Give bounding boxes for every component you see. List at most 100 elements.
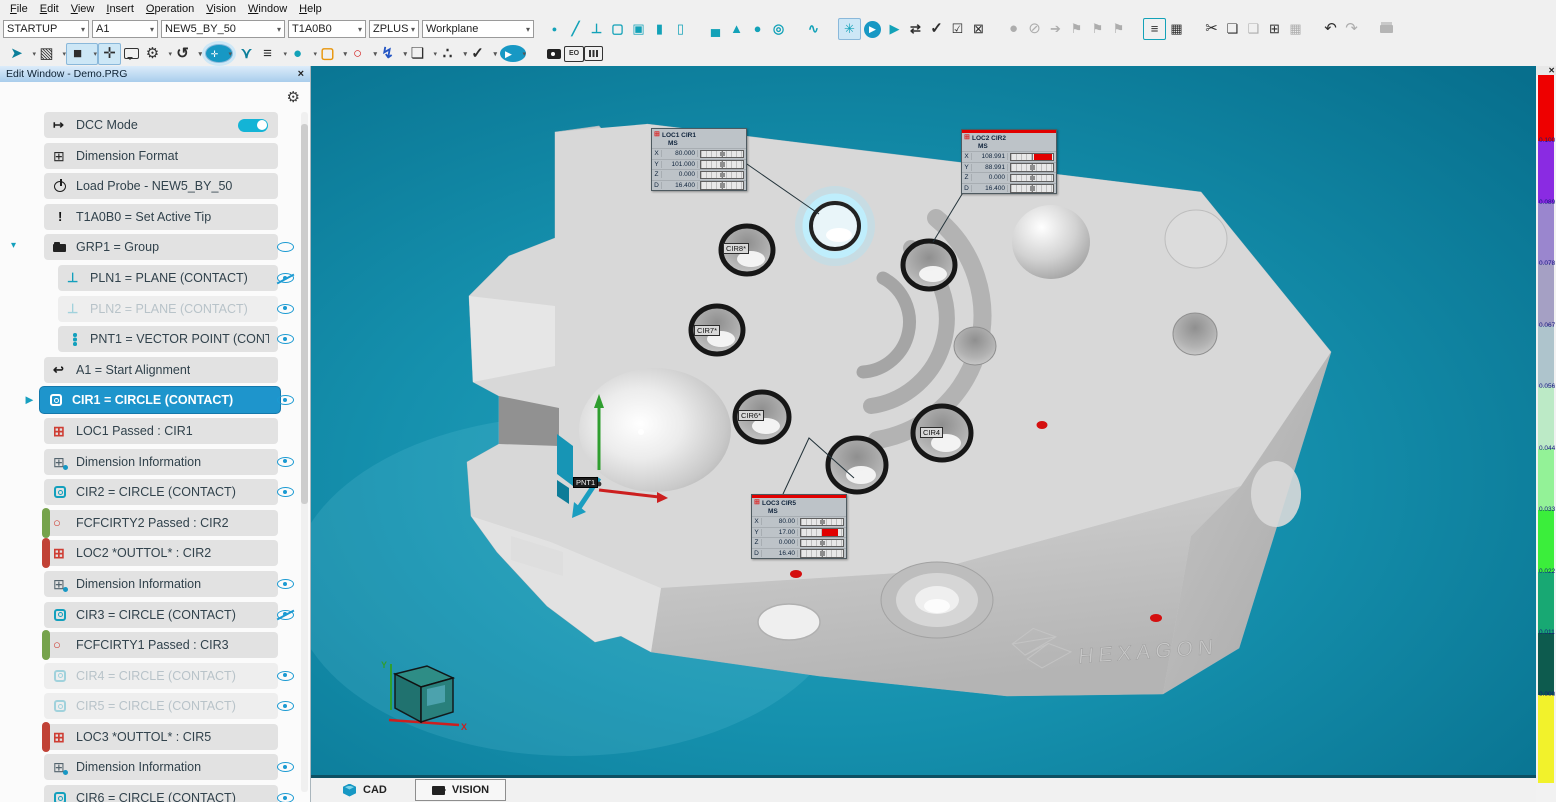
hole[interactable]: [758, 604, 820, 640]
gage-chart-icon[interactable]: [584, 46, 603, 61]
report-pass-icon[interactable]: ☑: [947, 19, 968, 39]
stop-icon[interactable]: ●: [1003, 19, 1024, 39]
report-window-icon[interactable]: ≡: [1143, 18, 1166, 40]
bookmark-icon[interactable]: ⚑: [1066, 19, 1087, 39]
edit-item-pill[interactable]: CIR2 = CIRCLE (CONTACT): [44, 479, 278, 505]
line-feature-icon[interactable]: ╱: [565, 19, 586, 39]
hole[interactable]: [1173, 313, 1217, 355]
pattern-grid-icon[interactable]: ▦: [1285, 19, 1306, 39]
edit-item[interactable]: Dimension Information: [0, 449, 310, 475]
edit-item[interactable]: Dimension Format: [0, 143, 310, 169]
mark-done-icon[interactable]: ✓: [926, 19, 947, 39]
edit-item[interactable]: LOC1 Passed : CIR1: [0, 418, 310, 444]
cone-feature[interactable]: [579, 368, 731, 492]
tab-cad[interactable]: CAD: [329, 778, 401, 802]
report-fail-icon[interactable]: ⊠: [968, 19, 989, 39]
edit-item[interactable]: PLN2 = PLANE (CONTACT): [0, 296, 310, 322]
paste-icon[interactable]: ❑: [1243, 19, 1264, 39]
edit-item[interactable]: FCFCIRTY2 Passed : CIR2: [0, 510, 310, 536]
edit-item-pill[interactable]: LOC2 *OUTTOL* : CIR2: [44, 540, 278, 566]
copy-icon[interactable]: ❏: [1222, 19, 1243, 39]
toolbar-dropdown[interactable]: Workplane: [422, 20, 534, 38]
continue-icon[interactable]: ➔: [1045, 19, 1066, 39]
edit-item-pill[interactable]: Dimension Information: [44, 449, 278, 475]
summary-grid-icon[interactable]: ▦: [1166, 19, 1187, 39]
execute-from-cursor-icon[interactable]: ▶: [884, 19, 905, 39]
edit-item[interactable]: LOC3 *OUTTOL* : CIR5: [0, 724, 310, 750]
edit-item-pill[interactable]: Dimension Information: [44, 571, 278, 597]
feature-tag[interactable]: CIR4: [920, 427, 943, 438]
menu-item[interactable]: Edit: [34, 2, 65, 16]
sphere-feature-icon[interactable]: ●: [747, 19, 768, 39]
edit-item[interactable]: LOC2 *OUTTOL* : CIR2: [0, 540, 310, 566]
comment-icon[interactable]: [121, 44, 142, 64]
cut-icon[interactable]: ✂: [1201, 19, 1222, 39]
visibility-eye-icon[interactable]: [277, 579, 294, 589]
edit-item[interactable]: PLN1 = PLANE (CONTACT): [0, 265, 310, 291]
edit-item-pill[interactable]: FCFCIRTY2 Passed : CIR2: [44, 510, 278, 536]
edit-item-pill[interactable]: PNT1 = VECTOR POINT (CONTAC: [58, 326, 278, 352]
menu-item[interactable]: View: [65, 2, 101, 16]
close-icon[interactable]: ×: [298, 68, 304, 80]
menu-item[interactable]: Operation: [140, 2, 200, 16]
edit-item[interactable]: FCFCIRTY1 Passed : CIR3: [0, 632, 310, 658]
sphere-feature[interactable]: [1012, 205, 1090, 279]
measurement-table-loc3[interactable]: LOC3 CIR5 MS X 80.00 Y 17.00 Z 0.000: [751, 494, 847, 559]
edit-item-pill[interactable]: CIR5 = CIRCLE (CONTACT): [44, 693, 278, 719]
visibility-eye-icon[interactable]: [277, 395, 294, 405]
pan-view-icon[interactable]: ✛: [98, 43, 121, 65]
visibility-eye-icon[interactable]: [277, 793, 294, 802]
measurement-table-loc1[interactable]: LOC1 CIR1 MS X 80.000 Y 101.000 Z 0.00: [651, 128, 747, 191]
edit-item[interactable]: Dimension Information: [0, 754, 310, 780]
visibility-eye-icon[interactable]: [277, 304, 294, 314]
visibility-eye-icon[interactable]: [277, 457, 294, 467]
toolbar-dropdown[interactable]: NEW5_BY_50: [161, 20, 285, 38]
toolbar-dropdown[interactable]: STARTUP: [3, 20, 89, 38]
edit-item-pill[interactable]: CIR6 = CIRCLE (CONTACT): [44, 785, 278, 802]
eo-window-icon[interactable]: EO: [564, 46, 584, 62]
break-icon[interactable]: ⊘: [1024, 19, 1045, 39]
edit-item-pill[interactable]: GRP1 = Group: [44, 234, 278, 260]
visibility-eye-icon[interactable]: [277, 273, 294, 283]
edit-item-pill[interactable]: FCFCIRTY1 Passed : CIR3: [44, 632, 278, 658]
round-slot-feature-icon[interactable]: ▣: [628, 19, 649, 39]
feature-list-icon[interactable]: ≡: [257, 44, 287, 64]
menu-item[interactable]: Insert: [100, 2, 140, 16]
wireframe-view-icon[interactable]: ▧: [36, 44, 66, 64]
menu-item[interactable]: Help: [293, 2, 328, 16]
edit-item-pill[interactable]: A1 = Start Alignment: [44, 357, 278, 383]
edit-item[interactable]: PNT1 = VECTOR POINT (CONTAC: [0, 326, 310, 352]
cone-feature-icon[interactable]: ▲: [726, 19, 747, 39]
edit-item-pill[interactable]: PLN1 = PLANE (CONTACT): [58, 265, 278, 291]
view-navigation-icon[interactable]: ✛: [205, 44, 233, 63]
measurement-strategy-icon[interactable]: ∴: [437, 44, 467, 64]
execute-program-icon[interactable]: ▶: [864, 21, 881, 38]
counterbore-feature[interactable]: [881, 562, 993, 638]
auto-feature-icon[interactable]: ✳: [838, 18, 861, 40]
torus-feature-icon[interactable]: ◎: [768, 19, 789, 39]
edit-item-pill[interactable]: LOC3 *OUTTOL* : CIR5: [44, 724, 278, 750]
cad-viewport[interactable]: Y X HEXAGON CIR8* CIR7* CIR6* CIR4 PNT1 …: [311, 66, 1536, 775]
undo-icon[interactable]: ↶: [1320, 19, 1341, 39]
edit-item-pill[interactable]: Load Probe - NEW5_BY_50: [44, 173, 278, 199]
visibility-eye-icon[interactable]: [277, 671, 294, 681]
edit-item[interactable]: CIR2 = CIRCLE (CONTACT): [0, 479, 310, 505]
visibility-eye-icon[interactable]: [277, 334, 294, 344]
feature-tag[interactable]: CIR6*: [738, 410, 764, 421]
square-slot-feature-icon[interactable]: ▮: [649, 19, 670, 39]
sphere-tool-icon[interactable]: ●: [287, 44, 317, 64]
feature-tag[interactable]: PNT1: [573, 477, 598, 488]
square-gage-icon[interactable]: ▢: [317, 44, 347, 64]
print-icon[interactable]: [1376, 19, 1397, 39]
rectangle-feature-icon[interactable]: ▯: [670, 19, 691, 39]
menu-item[interactable]: Vision: [200, 2, 242, 16]
quick-feature-icon[interactable]: ↯: [377, 44, 407, 64]
edit-item[interactable]: T1A0B0 = Set Active Tip: [0, 204, 310, 230]
circle-feature-icon[interactable]: ▢: [607, 19, 628, 39]
plane-feature-icon[interactable]: ⊥: [586, 19, 607, 39]
gear-icon[interactable]: ⚙: [287, 88, 300, 106]
edit-item[interactable]: DCC Mode: [0, 112, 310, 138]
scrollbar-thumb[interactable]: [301, 124, 308, 504]
edit-item[interactable]: Dimension Information: [0, 571, 310, 597]
toolbar-dropdown[interactable]: T1A0B0: [288, 20, 366, 38]
